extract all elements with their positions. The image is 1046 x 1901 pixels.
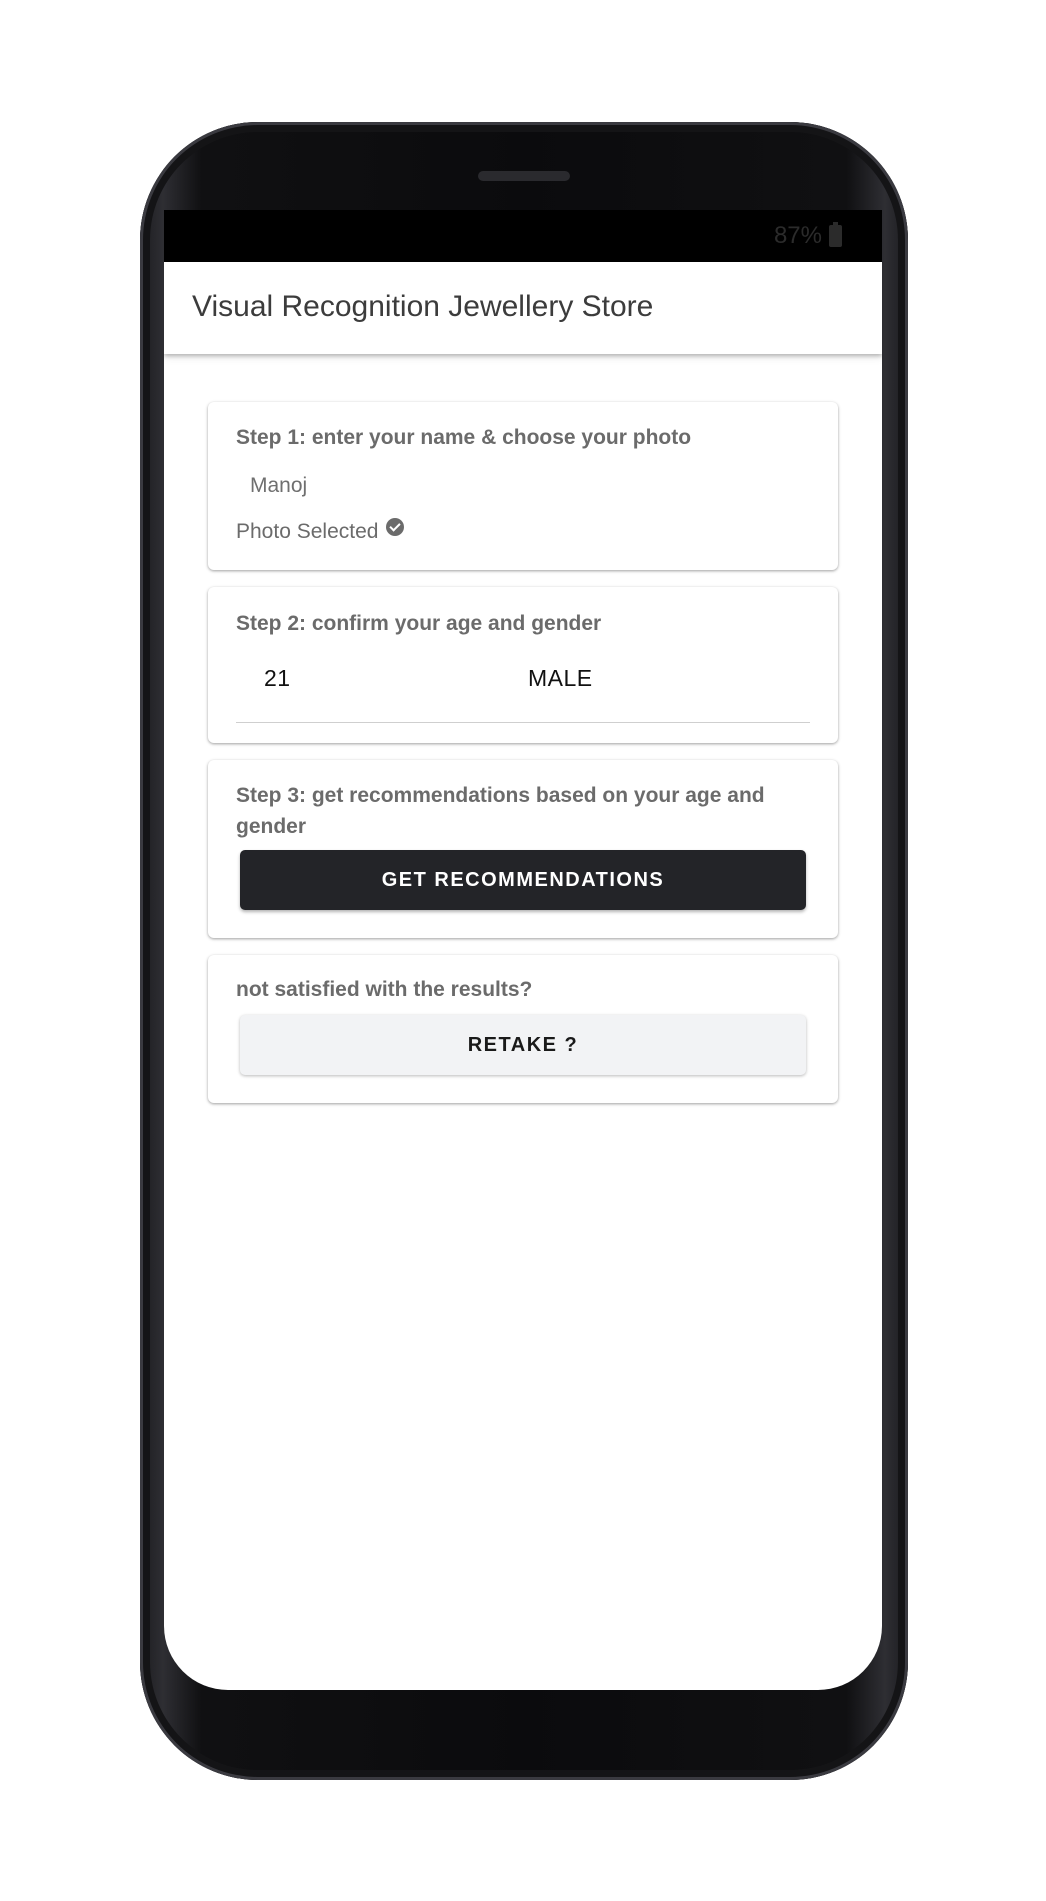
name-input[interactable]: Manoj — [250, 474, 307, 498]
step3-label: Step 3: get recommendations based on you… — [236, 780, 765, 842]
gender-field[interactable]: MALE — [528, 665, 593, 692]
get-recommendations-button[interactable]: GET RECOMMENDATIONS — [240, 850, 806, 910]
step1-card: Step 1: enter your name & choose your ph… — [208, 402, 838, 570]
photo-status[interactable]: Photo Selected — [236, 516, 405, 547]
app-bar: Visual Recognition Jewellery Store — [164, 262, 882, 354]
battery-percentage: 87% — [773, 222, 822, 249]
status-bar: 87% — [164, 210, 882, 262]
retake-label: not satisfied with the results? — [236, 978, 533, 1001]
step2-label: Step 2: confirm your age and gender — [236, 612, 602, 635]
step3-card: Step 3: get recommendations based on you… — [208, 760, 838, 938]
age-field[interactable]: 21 — [264, 665, 291, 692]
step3-label-line1: Step 3: get recommendations based on you… — [236, 784, 765, 807]
step2-card: Step 2: confirm your age and gender 21 M… — [208, 587, 838, 743]
age-gender-underline — [236, 722, 810, 723]
app-title: Visual Recognition Jewellery Store — [192, 290, 654, 323]
step3-label-line2: gender — [236, 815, 307, 838]
app-container: Visual Recognition Jewellery Store Step … — [164, 262, 882, 1690]
retake-button[interactable]: RETAKE ? — [240, 1015, 806, 1075]
photo-status-label: Photo Selected — [236, 520, 379, 543]
step1-label: Step 1: enter your name & choose your ph… — [236, 426, 692, 449]
check-circle-icon — [386, 518, 405, 536]
retake-card: not satisfied with the results? RETAKE ? — [208, 955, 838, 1103]
device-screen: 87% Visual Recognition Jewellery Store S… — [164, 210, 882, 1690]
battery-icon — [829, 222, 842, 247]
phone-speaker — [478, 171, 570, 181]
